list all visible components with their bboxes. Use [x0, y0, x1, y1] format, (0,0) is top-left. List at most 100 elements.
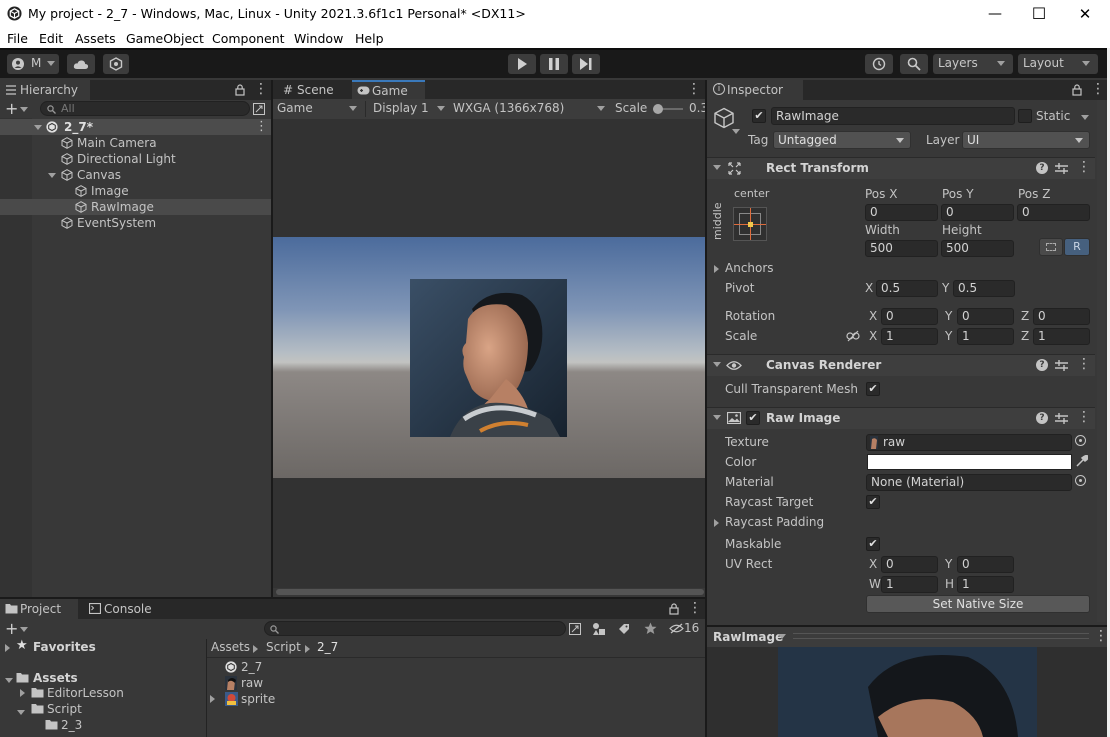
- lock-icon[interactable]: [235, 84, 245, 96]
- project-search-input[interactable]: [264, 621, 566, 636]
- collapse-icon[interactable]: [713, 362, 721, 367]
- inspector-scrollbar[interactable]: [1097, 100, 1105, 622]
- kebab-menu-icon[interactable]: ⋮: [1077, 159, 1091, 175]
- folder-editorlesson[interactable]: EditorLesson: [47, 685, 124, 701]
- eye-off-icon[interactable]: [669, 623, 684, 634]
- kebab-menu-icon[interactable]: ⋮: [1091, 81, 1105, 97]
- hierarchy-item-eventsystem[interactable]: EventSystem: [0, 215, 271, 231]
- rotation-z-input[interactable]: 0: [1033, 308, 1090, 325]
- collapse-icon[interactable]: [713, 415, 721, 420]
- menu-help[interactable]: Help: [355, 31, 384, 46]
- kebab-menu-icon[interactable]: ⋮: [1094, 628, 1108, 644]
- folder-script[interactable]: Script: [47, 701, 82, 717]
- color-swatch[interactable]: [867, 454, 1072, 470]
- hierarchy-search-input[interactable]: All: [40, 101, 250, 116]
- filter-type-icon[interactable]: [592, 622, 606, 636]
- add-icon[interactable]: +: [5, 619, 18, 638]
- tab-scene[interactable]: # Scene: [277, 80, 351, 100]
- scale-y-input[interactable]: 1: [957, 328, 1014, 345]
- constrain-proportions-icon[interactable]: [846, 330, 860, 342]
- kebab-menu-icon[interactable]: ⋮: [1077, 409, 1091, 425]
- collab-button[interactable]: [103, 54, 129, 74]
- lock-icon[interactable]: [669, 603, 679, 615]
- texture-field[interactable]: raw: [866, 434, 1072, 451]
- folder-2-3[interactable]: 2_3: [61, 717, 82, 733]
- add-icon[interactable]: +: [5, 99, 18, 118]
- breadcrumb-script[interactable]: Script: [266, 640, 301, 654]
- chevron-down-icon[interactable]: [20, 107, 28, 112]
- tab-project[interactable]: Project: [0, 599, 78, 619]
- layer-dropdown[interactable]: UI: [962, 131, 1090, 149]
- expand-icon[interactable]: [714, 519, 719, 527]
- rotation-x-input[interactable]: 0: [881, 308, 938, 325]
- menu-window[interactable]: Window: [294, 31, 343, 46]
- scale-slider-thumb[interactable]: [653, 104, 663, 114]
- expand-icon[interactable]: [5, 678, 13, 683]
- play-button[interactable]: [508, 54, 536, 74]
- resolution-dropdown[interactable]: WXGA (1366x768): [451, 99, 609, 119]
- uv-y-input[interactable]: 0: [957, 556, 1014, 573]
- expand-icon[interactable]: [20, 689, 25, 697]
- expand-icon[interactable]: [17, 710, 25, 715]
- help-icon[interactable]: ?: [1036, 412, 1048, 424]
- preview-dropdown[interactable]: RawImage: [713, 630, 783, 644]
- search-mode-icon[interactable]: [569, 623, 581, 635]
- file-item-raw[interactable]: raw: [207, 675, 407, 691]
- label-tag-icon[interactable]: [618, 623, 630, 635]
- hierarchy-item-canvas[interactable]: Canvas: [0, 167, 271, 183]
- raycast-padding-label[interactable]: Raycast Padding: [725, 515, 824, 529]
- help-icon[interactable]: ?: [1036, 162, 1048, 174]
- maskable-checkbox[interactable]: ✔: [866, 537, 880, 551]
- hierarchy-item-main-camera[interactable]: Main Camera: [0, 135, 271, 151]
- raw-image-enabled-checkbox[interactable]: ✔: [746, 411, 760, 425]
- static-checkbox[interactable]: [1018, 109, 1032, 123]
- object-name-input[interactable]: RawImage: [771, 107, 1015, 125]
- layout-dropdown[interactable]: Layout: [1018, 54, 1098, 74]
- raycast-target-checkbox[interactable]: ✔: [866, 495, 880, 509]
- height-input[interactable]: 500: [941, 240, 1014, 257]
- pause-button[interactable]: [540, 54, 568, 74]
- kebab-menu-icon[interactable]: ⋮: [1077, 356, 1091, 372]
- scene-row[interactable]: 2_7* ⋮: [0, 119, 271, 135]
- breadcrumb-current[interactable]: 2_7: [317, 640, 338, 654]
- file-item-scene[interactable]: 2_7: [207, 659, 407, 675]
- close-button[interactable]: ✕: [1062, 2, 1108, 26]
- menu-component[interactable]: Component: [212, 31, 285, 46]
- set-native-size-button[interactable]: Set Native Size: [866, 595, 1090, 613]
- scene-visibility-icon[interactable]: [253, 103, 265, 115]
- eyedropper-icon[interactable]: [1075, 455, 1088, 468]
- collapse-icon[interactable]: [713, 165, 721, 170]
- star-icon[interactable]: [644, 622, 657, 635]
- scale-x-input[interactable]: 1: [881, 328, 938, 345]
- raw-edit-button[interactable]: R: [1064, 238, 1090, 256]
- layers-dropdown[interactable]: Layers: [933, 54, 1013, 74]
- file-item-sprite[interactable]: sprite: [207, 691, 407, 707]
- preset-icon[interactable]: [1055, 162, 1068, 175]
- game-view-dropdown[interactable]: Game: [273, 99, 363, 119]
- blueprint-mode-button[interactable]: [1039, 238, 1063, 256]
- hierarchy-item-image[interactable]: Image: [0, 183, 271, 199]
- minimize-button[interactable]: —: [972, 2, 1018, 26]
- help-icon[interactable]: ?: [1036, 359, 1048, 371]
- cull-transparent-mesh-checkbox[interactable]: ✔: [866, 382, 880, 396]
- display-dropdown[interactable]: Display 1: [369, 99, 449, 119]
- kebab-menu-icon[interactable]: ⋮: [687, 81, 701, 97]
- assets-folder[interactable]: Assets: [33, 670, 78, 686]
- scale-slider[interactable]: [653, 104, 683, 114]
- kebab-menu-icon[interactable]: ⋮: [254, 81, 268, 97]
- preset-icon[interactable]: [1055, 412, 1068, 425]
- rect-transform-header[interactable]: Rect Transform ? ⋮: [707, 157, 1095, 179]
- rotation-y-input[interactable]: 0: [957, 308, 1014, 325]
- object-picker-icon[interactable]: [1075, 435, 1086, 446]
- hierarchy-item-directional-light[interactable]: Directional Light: [0, 151, 271, 167]
- anchor-presets-button[interactable]: [733, 207, 767, 241]
- uv-w-input[interactable]: 1: [881, 576, 938, 593]
- expand-icon[interactable]: [210, 695, 215, 703]
- pos-y-input[interactable]: 0: [941, 204, 1014, 221]
- material-field[interactable]: None (Material): [866, 474, 1072, 491]
- raw-image-header[interactable]: ✔ Raw Image ? ⋮: [707, 407, 1095, 429]
- chevron-down-icon[interactable]: [1081, 115, 1089, 120]
- tag-dropdown[interactable]: Untagged: [773, 131, 911, 149]
- chevron-down-icon[interactable]: [778, 634, 786, 639]
- tab-hierarchy[interactable]: Hierarchy: [0, 80, 90, 100]
